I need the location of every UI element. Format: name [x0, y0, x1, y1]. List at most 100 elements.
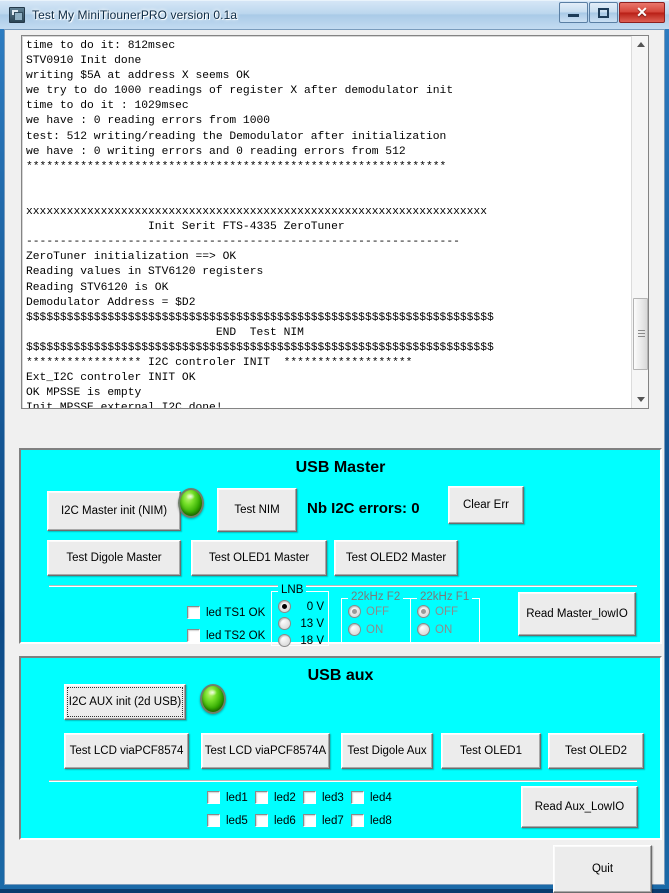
test-oled2-master-button[interactable]: Test OLED2 Master [334, 540, 458, 576]
f1-groupbox: 22kHz F1 OFF ON [410, 591, 480, 644]
lnb-option-0v[interactable]: 0 V [278, 600, 326, 613]
master-separator [49, 585, 637, 587]
master-status-led [178, 488, 204, 518]
test-oled1-master-button[interactable]: Test OLED1 Master [191, 540, 327, 576]
f2-radio-off[interactable] [348, 605, 361, 618]
led3-checkbox[interactable] [303, 791, 316, 804]
maximize-icon [598, 7, 609, 18]
aux-separator [49, 780, 637, 782]
led7-checkbox-row[interactable]: led7 [303, 814, 344, 827]
f1-label-off: OFF [435, 605, 458, 618]
f2-label-off: OFF [366, 605, 389, 618]
scroll-up-icon[interactable] [632, 36, 648, 53]
lnb-option-18v[interactable]: 18 V [278, 634, 326, 647]
led1-checkbox[interactable] [207, 791, 220, 804]
led6-label: led6 [274, 814, 296, 827]
read-master-lowio-button[interactable]: Read Master_lowIO [518, 592, 636, 636]
led2-label: led2 [274, 791, 296, 804]
led2-checkbox[interactable] [255, 791, 268, 804]
test-digole-master-button[interactable]: Test Digole Master [47, 540, 181, 576]
led4-checkbox[interactable] [351, 791, 364, 804]
lnb-label-18v: 18 V [300, 634, 324, 647]
close-icon: ✕ [636, 4, 648, 20]
f1-radio-off[interactable] [417, 605, 430, 618]
usb-master-title: USB Master [295, 459, 386, 476]
f1-radio-on[interactable] [417, 623, 430, 636]
minimize-button[interactable] [559, 2, 588, 23]
log-console[interactable]: time to do it: 812msec STV0910 Init done… [21, 35, 649, 409]
f1-option-off[interactable]: OFF [417, 605, 458, 618]
lnb-groupbox: LNB 0 V 13 V 18 V [271, 584, 329, 647]
f1-groupbox-caption: 22kHz F1 [417, 591, 473, 603]
led8-label: led8 [370, 814, 392, 827]
led-ts2-label: led TS2 OK [206, 629, 266, 642]
usb-aux-title: USB aux [307, 667, 374, 684]
f2-label-on: ON [366, 623, 384, 636]
scroll-down-icon[interactable] [632, 391, 648, 408]
led8-checkbox-row[interactable]: led8 [351, 814, 392, 827]
led-ts1-checkbox-row[interactable]: led TS1 OK [187, 606, 265, 619]
led5-label: led5 [226, 814, 248, 827]
led1-label: led1 [226, 791, 248, 804]
f2-option-on[interactable]: ON [348, 623, 383, 636]
read-aux-lowio-button[interactable]: Read Aux_LowIO [521, 786, 638, 828]
log-console-scrollbar[interactable] [631, 36, 648, 408]
test-nim-button[interactable]: Test NIM [217, 488, 297, 532]
window-title: Test My MiniTiounerPRO version 0.1a [32, 8, 238, 22]
aux-status-led [200, 684, 226, 714]
led-ts2-checkbox-row[interactable]: led TS2 OK [187, 629, 265, 642]
log-console-text: time to do it: 812msec STV0910 Init done… [26, 40, 494, 409]
led5-checkbox[interactable] [207, 814, 220, 827]
minimize-icon [568, 14, 579, 17]
led6-checkbox-row[interactable]: led6 [255, 814, 296, 827]
led8-checkbox[interactable] [351, 814, 364, 827]
f1-label-on: ON [435, 623, 453, 636]
client-area: time to do it: 812msec STV0910 Init done… [4, 29, 665, 893]
test-lcd-pcf8574-button[interactable]: Test LCD viaPCF8574 [64, 733, 189, 769]
lnb-radio-18v[interactable] [278, 634, 291, 647]
i2c-master-init-button[interactable]: I2C Master init (NIM) [47, 491, 181, 531]
f2-groupbox: 22kHz F2 OFF ON [341, 591, 411, 644]
f2-option-off[interactable]: OFF [348, 605, 389, 618]
test-oled1-button[interactable]: Test OLED1 [441, 733, 541, 769]
led4-checkbox-row[interactable]: led4 [351, 791, 392, 804]
usb-master-panel: USB Master I2C Master init (NIM) Test NI… [19, 448, 662, 647]
led7-label: led7 [322, 814, 344, 827]
caption-buttons: ✕ [558, 2, 665, 23]
application-window: Test My MiniTiounerPRO version 0.1a ✕ ti… [0, 0, 669, 893]
led3-label: led3 [322, 791, 344, 804]
f2-radio-on[interactable] [348, 623, 361, 636]
maximize-button[interactable] [589, 2, 618, 23]
led3-checkbox-row[interactable]: led3 [303, 791, 344, 804]
led6-checkbox[interactable] [255, 814, 268, 827]
led1-checkbox-row[interactable]: led1 [207, 791, 248, 804]
lnb-label-0v: 0 V [306, 600, 324, 613]
lnb-label-13v: 13 V [300, 617, 324, 630]
led-ts1-checkbox[interactable] [187, 606, 200, 619]
f1-option-on[interactable]: ON [417, 623, 452, 636]
i2c-aux-init-button[interactable]: I2C AUX init (2d USB) [64, 684, 186, 720]
quit-button[interactable]: Quit [553, 845, 652, 893]
led5-checkbox-row[interactable]: led5 [207, 814, 248, 827]
led4-label: led4 [370, 791, 392, 804]
scrollbar-grip-icon [638, 330, 645, 337]
lnb-radio-13v[interactable] [278, 617, 291, 630]
title-bar: Test My MiniTiounerPRO version 0.1a ✕ [0, 0, 669, 29]
lnb-groupbox-caption: LNB [278, 584, 307, 596]
usb-aux-panel: USB aux I2C AUX init (2d USB) Test LCD v… [19, 656, 662, 840]
test-oled2-button[interactable]: Test OLED2 [548, 733, 644, 769]
app-icon [9, 7, 25, 23]
led-ts1-label: led TS1 OK [206, 606, 266, 619]
close-button[interactable]: ✕ [619, 2, 665, 23]
test-lcd-pcf8574a-button[interactable]: Test LCD viaPCF8574A [201, 733, 330, 769]
i2c-error-count-label: Nb I2C errors: 0 [307, 500, 420, 517]
clear-err-button[interactable]: Clear Err [448, 486, 524, 524]
lnb-option-13v[interactable]: 13 V [278, 617, 326, 630]
led2-checkbox-row[interactable]: led2 [255, 791, 296, 804]
test-digole-aux-button[interactable]: Test Digole Aux [341, 733, 433, 769]
f2-groupbox-caption: 22kHz F2 [348, 591, 404, 603]
lnb-radio-0v[interactable] [278, 600, 291, 613]
scrollbar-thumb[interactable] [633, 298, 648, 370]
led-ts2-checkbox[interactable] [187, 629, 200, 642]
led7-checkbox[interactable] [303, 814, 316, 827]
